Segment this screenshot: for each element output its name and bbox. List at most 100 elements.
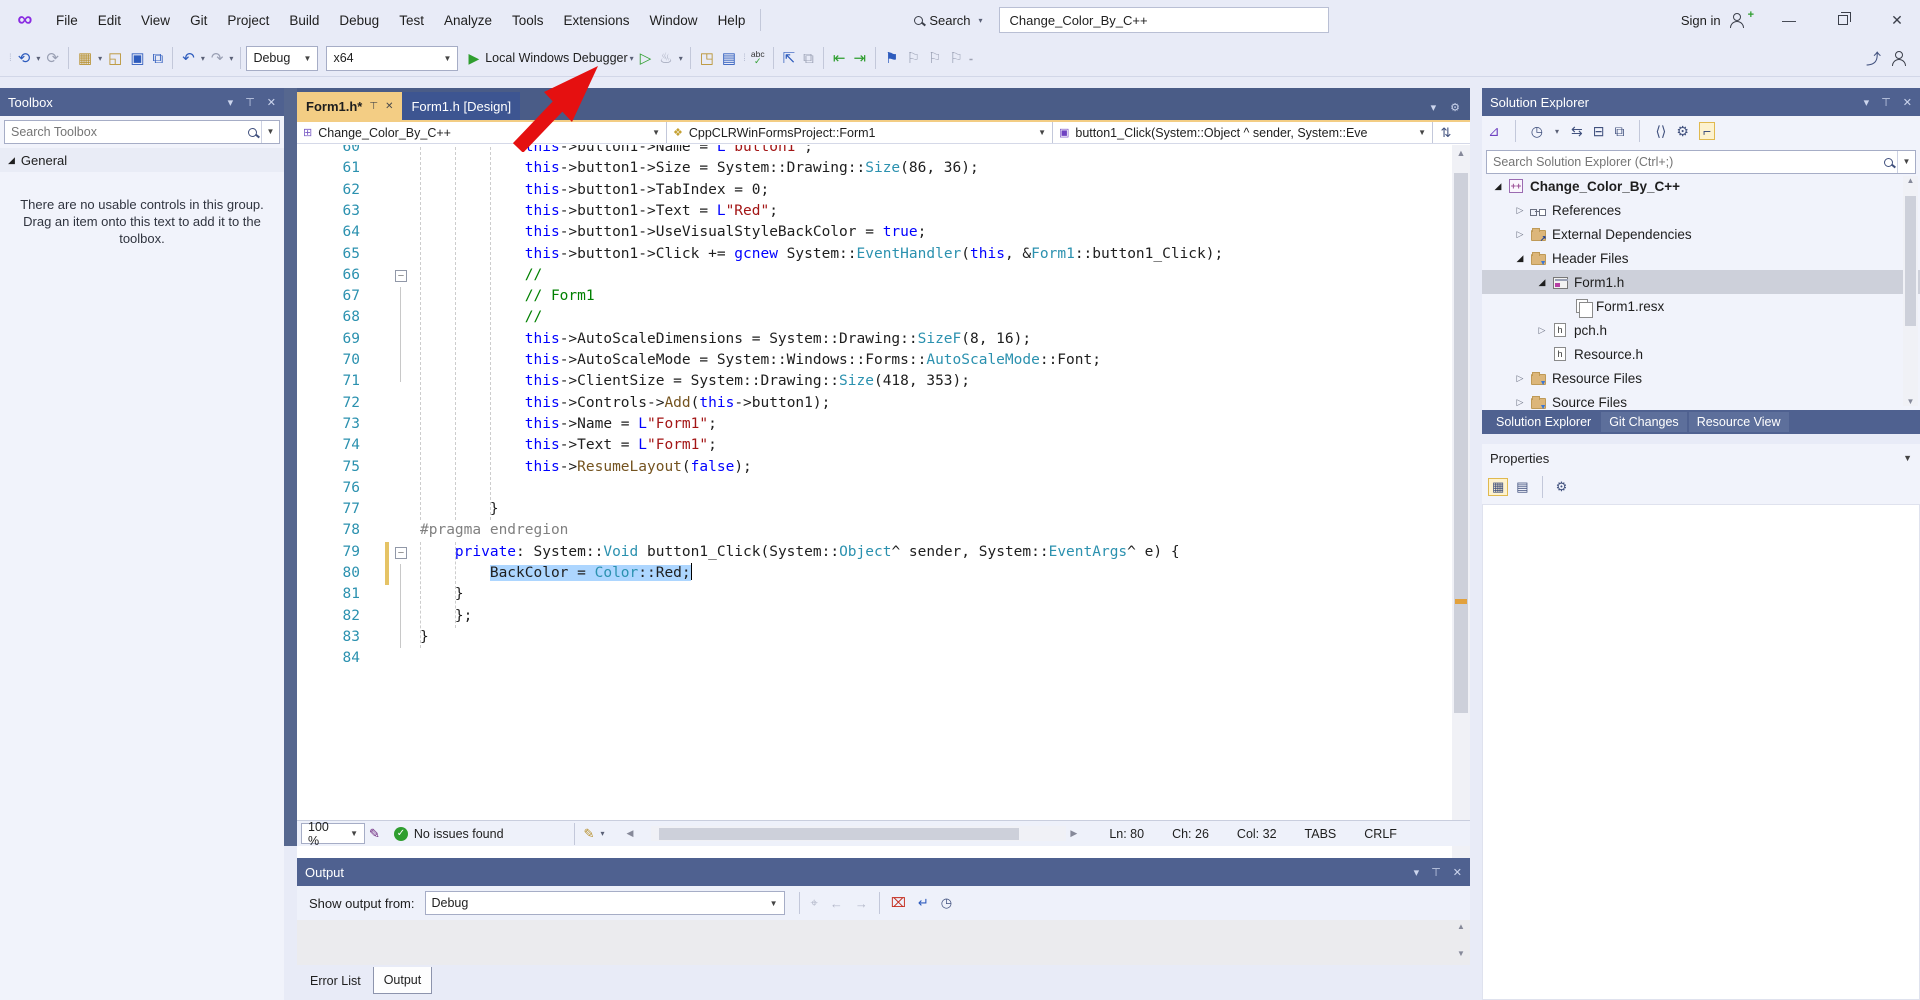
code-line-72[interactable]: 72 this->Controls->Add(this->button1); bbox=[297, 393, 1452, 415]
status-line-number[interactable]: Ln: 80 bbox=[1109, 827, 1144, 841]
code-line-83[interactable]: 83} bbox=[297, 627, 1452, 649]
tab-options-gear-icon[interactable]: ⚙ bbox=[1450, 101, 1460, 114]
expander-closed-icon[interactable]: ▷ bbox=[1512, 205, 1528, 216]
toolbox-section-general[interactable]: ◢ General bbox=[0, 148, 284, 172]
chevron-down-icon[interactable]: ▾ bbox=[96, 54, 104, 63]
menu-item-view[interactable]: View bbox=[131, 9, 180, 32]
code-editor[interactable]: 60 this->button1->Name = L"button1";61 t… bbox=[297, 145, 1470, 882]
menu-item-test[interactable]: Test bbox=[389, 9, 434, 32]
navigate-back-icon[interactable]: ⟲ bbox=[14, 47, 35, 69]
scroll-right-icon[interactable]: ▶ bbox=[1066, 828, 1081, 839]
decrease-indent-icon[interactable]: ⇤ bbox=[829, 47, 850, 69]
editor-horizontal-scrollbar[interactable] bbox=[651, 826, 1066, 841]
code-line-79[interactable]: 79– private: System::Void button1_Click(… bbox=[297, 542, 1452, 564]
status-character[interactable]: Ch: 26 bbox=[1172, 827, 1209, 841]
toolbox-search-input[interactable] bbox=[5, 125, 248, 139]
menu-item-debug[interactable]: Debug bbox=[329, 9, 389, 32]
expander-closed-icon[interactable]: ▷ bbox=[1512, 229, 1528, 240]
expander-closed-icon[interactable]: ▷ bbox=[1512, 397, 1528, 408]
scrollbar-thumb[interactable] bbox=[659, 828, 1019, 840]
status-column[interactable]: Col: 32 bbox=[1237, 827, 1277, 841]
menu-item-analyze[interactable]: Analyze bbox=[434, 9, 502, 32]
expander-open-icon[interactable]: ◢ bbox=[1512, 253, 1528, 264]
menu-item-edit[interactable]: Edit bbox=[88, 9, 131, 32]
toolbar-grip[interactable]: ⁞ bbox=[6, 53, 14, 64]
tree-item-form1-h[interactable]: ◢Form1.h bbox=[1482, 270, 1920, 294]
toolbox-header[interactable]: Toolbox ▾ ⊤ ✕ bbox=[0, 88, 284, 116]
scrollbar-thumb[interactable] bbox=[1454, 173, 1468, 713]
pending-changes-filter-icon[interactable]: ◷ bbox=[1531, 123, 1543, 140]
spell-check-icon[interactable]: abc✓ bbox=[748, 51, 768, 65]
attach-to-process-icon[interactable]: ⇱ bbox=[779, 47, 800, 69]
bottom-tab-error-list[interactable]: Error List bbox=[300, 967, 371, 994]
tree-item-pch-h[interactable]: ▷hpch.h bbox=[1482, 318, 1920, 342]
status-line-ending[interactable]: CRLF bbox=[1364, 827, 1397, 841]
code-line-71[interactable]: 71 this->ClientSize = System::Drawing::S… bbox=[297, 371, 1452, 393]
chevron-down-icon[interactable]: ▾ bbox=[34, 54, 42, 63]
sign-in-link[interactable]: Sign in bbox=[1681, 13, 1721, 28]
pin-icon[interactable]: ⊤ bbox=[369, 101, 378, 112]
code-line-78[interactable]: 78#pragma endregion bbox=[297, 520, 1452, 542]
editor-vertical-scrollbar[interactable]: ▲ ▼ bbox=[1452, 145, 1470, 882]
code-line-77[interactable]: 77 } bbox=[297, 499, 1452, 521]
collapse-all-icon[interactable]: ⊟ bbox=[1593, 123, 1605, 140]
code-line-61[interactable]: 61 this->button1->Size = System::Drawing… bbox=[297, 158, 1452, 180]
code-line-64[interactable]: 64 this->button1->UseVisualStyleBackColo… bbox=[297, 222, 1452, 244]
zoom-level-dropdown[interactable]: 100 %▼ bbox=[301, 823, 365, 844]
chevron-down-icon[interactable]: ▾ bbox=[1414, 866, 1420, 879]
tree-item-resource-h[interactable]: hResource.h bbox=[1482, 342, 1920, 366]
toolbox-search-box[interactable]: ▼ bbox=[4, 120, 280, 144]
title-search-input[interactable] bbox=[999, 7, 1329, 33]
scroll-left-icon[interactable]: ◀ bbox=[622, 828, 637, 839]
word-wrap-icon[interactable]: ↵ bbox=[912, 895, 935, 911]
menu-item-build[interactable]: Build bbox=[279, 9, 329, 32]
code-line-70[interactable]: 70 this->AutoScaleMode = System::Windows… bbox=[297, 350, 1452, 372]
local-windows-debugger-button[interactable]: ▶ Local Windows Debugger ▾ bbox=[468, 50, 635, 67]
clear-all-icon[interactable]: ⌧ bbox=[885, 895, 912, 911]
code-line-81[interactable]: 81 } bbox=[297, 584, 1452, 606]
property-pages-wrench-icon[interactable]: ⚙ bbox=[1556, 479, 1568, 495]
preview-selected-items-icon[interactable]: ⌐ bbox=[1699, 122, 1715, 140]
code-line-82[interactable]: 82 }; bbox=[297, 606, 1452, 628]
chevron-down-icon[interactable]: ▼ bbox=[1903, 453, 1912, 463]
code-line-84[interactable]: 84 bbox=[297, 648, 1452, 670]
menu-item-project[interactable]: Project bbox=[217, 9, 279, 32]
health-status-text[interactable]: No issues found bbox=[414, 827, 504, 841]
quick-search-control[interactable]: Search ▾ bbox=[914, 13, 984, 28]
view-code-icon[interactable]: ⟨⟩ bbox=[1655, 123, 1666, 140]
member-dropdown[interactable]: ▣ button1_Click(System::Object ^ sender,… bbox=[1053, 122, 1433, 143]
document-list-chevron-icon[interactable]: ▾ bbox=[1431, 101, 1437, 114]
pin-icon[interactable]: ⊤ bbox=[1881, 96, 1891, 109]
chevron-down-icon[interactable]: ▾ bbox=[199, 54, 207, 63]
chevron-down-icon[interactable]: ▾ bbox=[228, 96, 234, 109]
send-feedback-icon[interactable] bbox=[1891, 51, 1906, 65]
close-button[interactable]: ✕ bbox=[1874, 4, 1920, 36]
code-line-80[interactable]: 80 BackColor = Color::Red; bbox=[297, 563, 1452, 585]
output-header[interactable]: Output ▾ ⊤ ✕ bbox=[297, 858, 1470, 886]
code-line-75[interactable]: 75 this->ResumeLayout(false); bbox=[297, 457, 1452, 479]
code-line-65[interactable]: 65 this->button1->Click += gcnew System:… bbox=[297, 244, 1452, 266]
output-scrollbar[interactable]: ▲▼ bbox=[1454, 922, 1468, 963]
expander-open-icon[interactable]: ◢ bbox=[1490, 181, 1506, 192]
solution-explorer-header[interactable]: Solution Explorer ▾ ⊤ ✕ bbox=[1482, 88, 1920, 116]
tree-item-source-files[interactable]: ▷Source Files bbox=[1482, 390, 1920, 410]
code-line-69[interactable]: 69 this->AutoScaleDimensions = System::D… bbox=[297, 329, 1452, 351]
code-cleanup-icon[interactable]: ✎ bbox=[580, 824, 599, 844]
expander-closed-icon[interactable]: ▷ bbox=[1534, 325, 1550, 336]
switch-views-icon[interactable]: ⊿ bbox=[1488, 123, 1500, 140]
share-icon[interactable]: ⤴ bbox=[1862, 46, 1885, 71]
code-line-66[interactable]: 66– // bbox=[297, 265, 1452, 287]
increase-indent-icon[interactable]: ⇥ bbox=[849, 47, 870, 69]
fold-collapse-icon[interactable]: – bbox=[395, 270, 407, 282]
code-line-68[interactable]: 68 // bbox=[297, 307, 1452, 329]
properties-header[interactable]: Properties ▼ bbox=[1482, 444, 1920, 472]
chevron-down-icon[interactable]: ▼ bbox=[1897, 151, 1915, 173]
solution-configuration-dropdown[interactable]: Debug▼ bbox=[246, 46, 318, 71]
tree-item-header-files[interactable]: ◢Header Files bbox=[1482, 246, 1920, 270]
sign-in-person-icon[interactable] bbox=[1729, 13, 1744, 27]
type-dropdown[interactable]: ❖ CppCLRWinFormsProject::Form1 ▼ bbox=[667, 122, 1053, 143]
tree-item-change-color-by-c[interactable]: ◢++Change_Color_By_C++ bbox=[1482, 174, 1920, 198]
bottom-tab-output[interactable]: Output bbox=[373, 967, 433, 994]
find-in-files-icon[interactable]: ◳ bbox=[696, 47, 718, 69]
undo-icon[interactable]: ↶ bbox=[178, 47, 199, 69]
